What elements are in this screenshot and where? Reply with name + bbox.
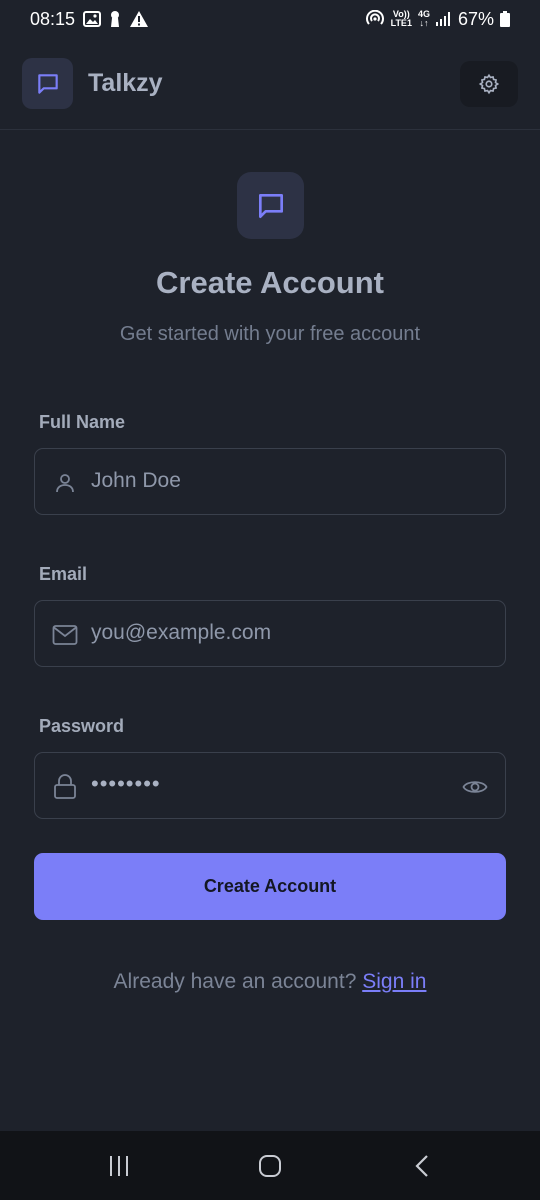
system-nav-bar	[0, 1131, 540, 1200]
back-button[interactable]	[407, 1151, 437, 1181]
signin-prompt-text: Already have an account?	[113, 970, 363, 993]
lock-icon	[51, 773, 79, 801]
chat-bubble-icon	[37, 73, 58, 94]
mail-icon	[51, 621, 79, 649]
app-name: Talkzy	[88, 69, 163, 97]
gallery-icon	[83, 11, 102, 27]
full-name-label: Full Name	[39, 412, 126, 432]
status-time: 08:15	[30, 8, 76, 29]
password-label: Password	[39, 716, 125, 736]
back-icon	[415, 1155, 428, 1177]
email-input[interactable]: you@example.com	[34, 600, 506, 667]
status-bar: 08:15 Vo)) LTE1 4G ↓↑ 67%	[0, 0, 540, 38]
password-value: ••••••••	[91, 771, 161, 796]
battery-icon	[500, 11, 510, 27]
signal-icon	[435, 12, 450, 26]
keyhole-icon	[111, 11, 120, 27]
email-label: Email	[39, 564, 88, 584]
app-logo	[22, 58, 73, 109]
home-icon	[259, 1155, 281, 1177]
create-account-button[interactable]: Create Account	[34, 853, 506, 920]
recent-apps-icon	[110, 1156, 128, 1176]
recent-apps-button[interactable]	[104, 1151, 134, 1181]
signin-prompt: Already have an account? Sign in	[0, 970, 540, 994]
warning-icon	[130, 11, 149, 27]
app-header: Talkzy	[0, 38, 540, 130]
settings-button[interactable]	[460, 61, 518, 107]
signin-link[interactable]: Sign in	[362, 970, 426, 993]
hotspot-icon	[365, 10, 384, 25]
page-title: Create Account	[156, 265, 384, 300]
hero-logo	[237, 172, 304, 239]
password-input[interactable]: ••••••••	[34, 752, 506, 819]
page-subtitle: Get started with your free account	[119, 323, 421, 345]
battery-percent: 67%	[457, 8, 494, 29]
gear-icon	[478, 73, 500, 95]
email-placeholder: you@example.com	[91, 621, 272, 644]
home-button[interactable]	[255, 1151, 285, 1181]
full-name-placeholder: John Doe	[91, 469, 181, 492]
full-name-input[interactable]: John Doe	[34, 448, 506, 515]
user-icon	[51, 469, 79, 497]
network-type-indicator: 4G ↓↑	[417, 9, 430, 28]
volte-indicator: Vo)) LTE1	[390, 9, 412, 28]
chat-bubble-icon	[258, 193, 283, 218]
eye-icon[interactable]	[461, 773, 489, 801]
